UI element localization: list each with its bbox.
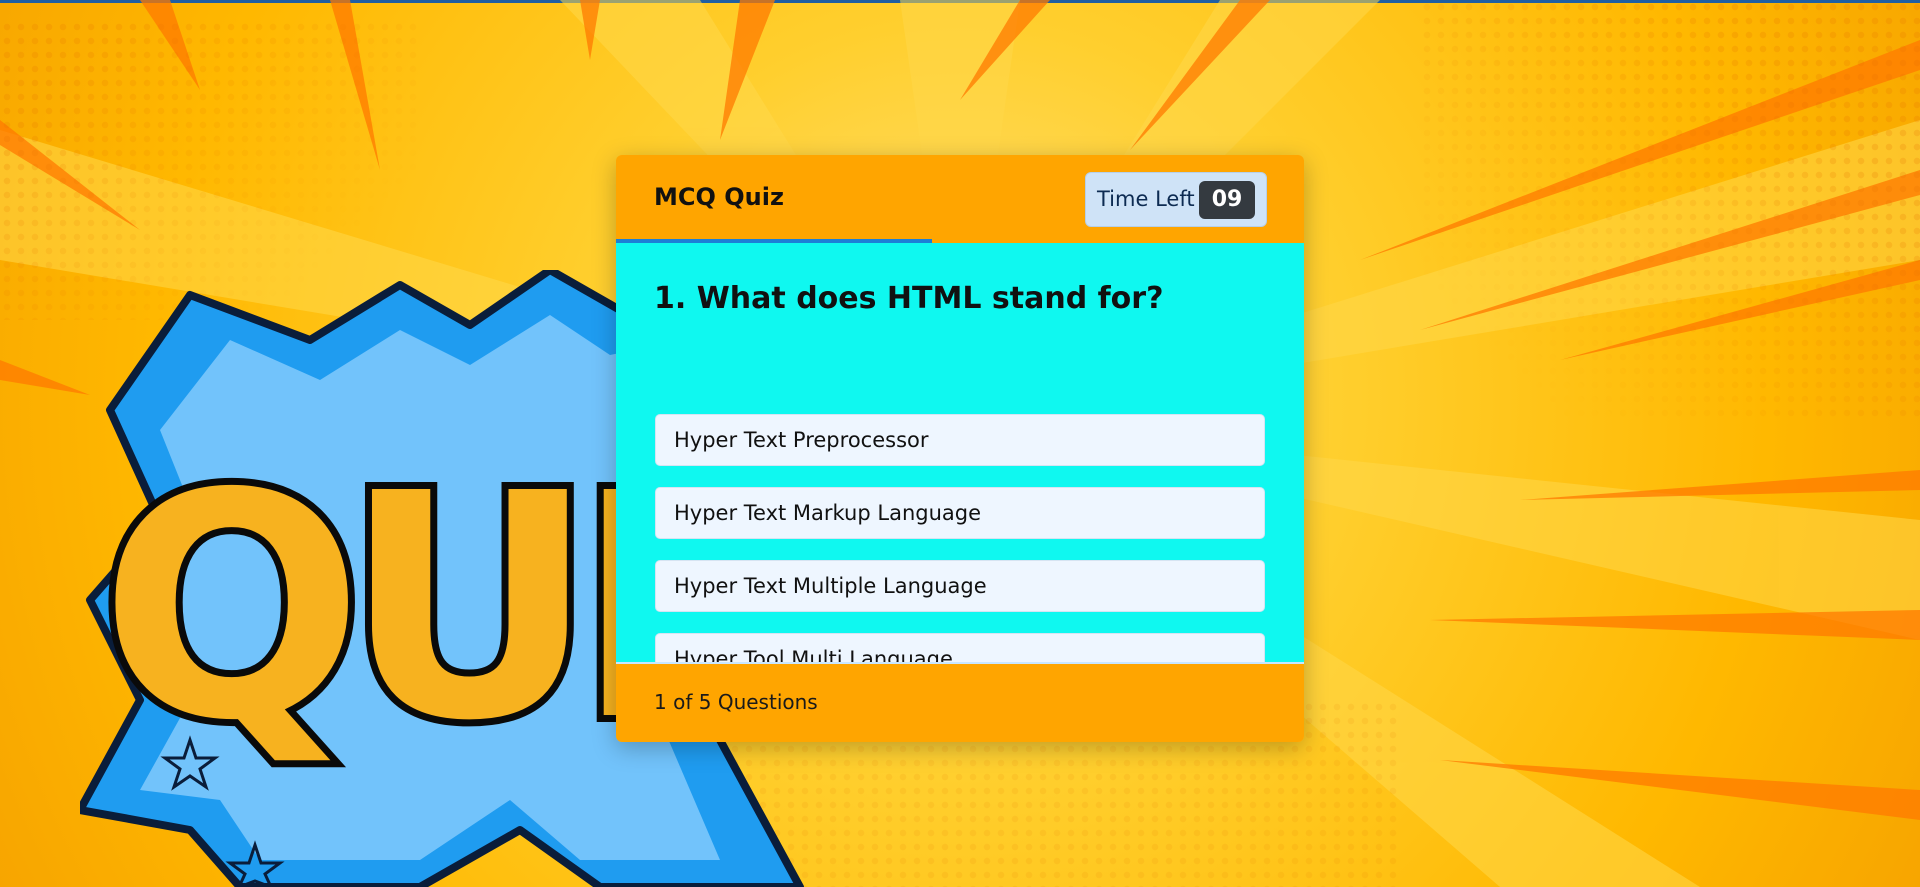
answer-option[interactable]: Hyper Text Markup Language	[655, 487, 1265, 539]
counter-of: of	[673, 690, 693, 714]
quiz-card: MCQ Quiz Time Left 09 1. What does HTML …	[616, 155, 1304, 742]
question-text: 1. What does HTML stand for?	[654, 281, 1164, 316]
answer-option-label: Hyper Text Preprocessor	[674, 428, 929, 452]
quiz-page: QUI MCQ Quiz Time Left 09 1. What does H…	[0, 0, 1920, 887]
counter-suffix: Questions	[717, 690, 818, 714]
answer-option[interactable]: Hyper Text Multiple Language	[655, 560, 1265, 612]
current-question-number: 1	[654, 690, 667, 714]
answer-option-label: Hyper Text Multiple Language	[674, 574, 987, 598]
quiz-title: MCQ Quiz	[654, 183, 784, 211]
timer-value: 09	[1199, 181, 1255, 219]
answer-option-label: Hyper Text Markup Language	[674, 501, 982, 525]
timer: Time Left 09	[1085, 172, 1267, 227]
comic-logo-text: QUI	[100, 428, 671, 789]
answer-option[interactable]: Hyper Text Preprocessor	[655, 414, 1265, 466]
total-questions: 5	[698, 690, 712, 714]
halftone-pattern	[1420, 0, 1920, 420]
question-counter: 1 of 5 Questions	[654, 690, 818, 714]
timer-label: Time Left	[1097, 187, 1195, 211]
quiz-footer: 1 of 5 Questions	[616, 662, 1304, 742]
quiz-header: MCQ Quiz Time Left 09	[616, 155, 1304, 243]
